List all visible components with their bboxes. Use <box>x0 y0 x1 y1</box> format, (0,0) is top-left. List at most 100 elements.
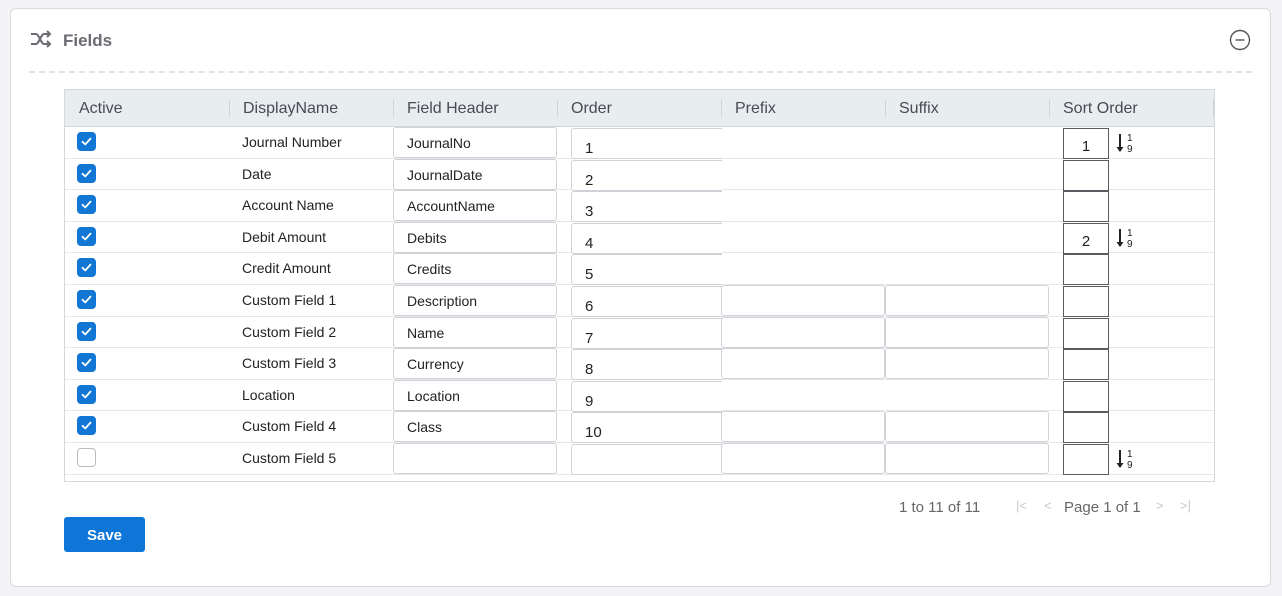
display-name: Custom Field 1 <box>242 292 337 308</box>
field-header-input[interactable]: Credits <box>393 253 557 285</box>
sort-order-input[interactable] <box>1063 286 1109 317</box>
order-input[interactable]: 6 <box>571 286 722 317</box>
table-row: Date JournalDate 2 <box>65 158 1214 191</box>
prefix-input[interactable] <box>721 348 885 380</box>
prefix-input[interactable] <box>721 316 885 348</box>
active-checkbox[interactable] <box>77 132 96 151</box>
sort-order-input[interactable]: 1 <box>1063 128 1109 159</box>
sort-ascending-icon[interactable]: 19 <box>1115 132 1139 156</box>
field-header-input[interactable]: Currency <box>393 348 557 380</box>
svg-text:1: 1 <box>1127 228 1133 239</box>
table-row: Location Location 9 <box>65 379 1214 412</box>
suffix-input[interactable] <box>885 411 1049 443</box>
order-input[interactable]: 2 <box>571 159 722 191</box>
display-name: Location <box>242 386 295 403</box>
suffix-input[interactable] <box>885 285 1049 316</box>
table-row: Custom Field 4 Class 10 <box>65 411 1214 444</box>
pager: 1 to 11 of 11 |< < Page 1 of 1 > >| <box>64 489 1215 525</box>
order-input[interactable]: 7 <box>571 317 722 349</box>
order-input[interactable]: 4 <box>571 222 722 254</box>
active-checkbox[interactable] <box>77 258 96 278</box>
sort-order-input[interactable] <box>1063 254 1109 286</box>
field-header-input[interactable]: Name <box>393 316 557 348</box>
col-header-prefix[interactable]: Prefix <box>721 90 776 126</box>
table-row: Debit Amount Debits 4 2 1 9 <box>65 221 1214 254</box>
active-checkbox[interactable] <box>77 290 96 309</box>
display-name: Custom Field 4 <box>242 418 337 435</box>
field-header-input[interactable]: Description <box>393 285 557 316</box>
field-header-input[interactable] <box>393 443 557 474</box>
order-input[interactable]: 3 <box>571 191 722 223</box>
field-header-input[interactable]: AccountName <box>393 190 557 222</box>
sort-order-input[interactable] <box>1063 317 1109 349</box>
pager-page: Page 1 of 1 <box>1064 499 1141 516</box>
sort-order-input[interactable] <box>1063 380 1109 412</box>
first-page-icon[interactable]: |< <box>1016 498 1027 513</box>
field-header-input[interactable]: Class <box>393 411 557 443</box>
active-checkbox[interactable] <box>77 384 96 404</box>
active-checkbox[interactable] <box>77 353 96 373</box>
panel-title: Fields <box>63 31 113 50</box>
svg-text:9: 9 <box>1127 239 1133 250</box>
prev-page-icon[interactable]: < <box>1044 498 1052 513</box>
order-input[interactable]: 10 <box>571 412 722 444</box>
order-input[interactable]: 8 <box>571 349 722 381</box>
grid-header: Active DisplayName Field Header Order Pr… <box>65 90 1214 127</box>
suffix-input[interactable] <box>885 316 1049 348</box>
order-input[interactable]: 1 <box>571 128 722 159</box>
suffix-input[interactable] <box>885 348 1049 380</box>
display-name: Debit Amount <box>242 228 327 245</box>
prefix-input[interactable] <box>721 443 885 474</box>
col-header-sort-order[interactable]: Sort Order <box>1049 90 1138 126</box>
suffix-input[interactable] <box>885 443 1049 474</box>
display-name: Journal Number <box>242 134 342 150</box>
save-button[interactable]: Save <box>64 517 145 552</box>
active-checkbox[interactable] <box>77 226 96 246</box>
active-checkbox[interactable] <box>77 416 96 436</box>
display-name: Custom Field 3 <box>242 355 337 372</box>
col-header-active[interactable]: Active <box>65 90 123 126</box>
active-checkbox[interactable] <box>77 321 96 341</box>
divider <box>29 71 1252 73</box>
sort-order-input[interactable] <box>1063 444 1109 475</box>
sort-order-input[interactable] <box>1063 159 1109 191</box>
field-header-input[interactable]: JournalNo <box>393 127 557 158</box>
order-input[interactable]: 5 <box>571 254 722 286</box>
col-header-field-header[interactable]: Field Header <box>393 90 499 126</box>
display-name: Credit Amount <box>242 260 331 277</box>
sort-order-input[interactable] <box>1063 191 1109 223</box>
table-row: Credit Amount Credits 5 <box>65 253 1214 286</box>
field-header-input[interactable]: Location <box>393 379 557 411</box>
sort-order-input[interactable] <box>1063 349 1109 381</box>
table-row: Custom Field 5 19 <box>65 443 1214 475</box>
display-name: Account Name <box>242 197 334 214</box>
field-header-input[interactable]: JournalDate <box>393 158 557 190</box>
col-header-suffix[interactable]: Suffix <box>885 90 939 126</box>
col-header-display-name[interactable]: DisplayName <box>229 90 338 126</box>
fields-panel: Fields Active DisplayName Field Header O… <box>10 8 1271 587</box>
display-name: Custom Field 5 <box>242 450 337 466</box>
active-checkbox[interactable] <box>77 448 96 467</box>
panel-header: Fields <box>29 27 112 55</box>
col-header-order[interactable]: Order <box>557 90 612 126</box>
last-page-icon[interactable]: >| <box>1180 498 1191 513</box>
sort-ascending-icon[interactable]: 19 <box>1115 227 1139 251</box>
minus-circle-icon <box>1229 29 1251 51</box>
svg-text:9: 9 <box>1127 144 1133 155</box>
active-checkbox[interactable] <box>77 195 96 215</box>
col-separator <box>1213 100 1214 117</box>
display-name: Date <box>242 165 272 182</box>
prefix-input[interactable] <box>721 411 885 443</box>
prefix-input[interactable] <box>721 285 885 316</box>
next-page-icon[interactable]: > <box>1156 498 1164 513</box>
field-header-input[interactable]: Debits <box>393 221 557 253</box>
svg-text:1: 1 <box>1127 133 1133 144</box>
sort-order-input[interactable]: 2 <box>1063 222 1109 254</box>
svg-text:1: 1 <box>1127 449 1133 460</box>
sort-order-input[interactable] <box>1063 412 1109 444</box>
collapse-button[interactable] <box>1228 28 1252 52</box>
active-checkbox[interactable] <box>77 163 96 183</box>
order-input[interactable] <box>571 444 722 475</box>
order-input[interactable]: 9 <box>571 380 722 412</box>
sort-ascending-icon[interactable]: 19 <box>1115 448 1139 472</box>
